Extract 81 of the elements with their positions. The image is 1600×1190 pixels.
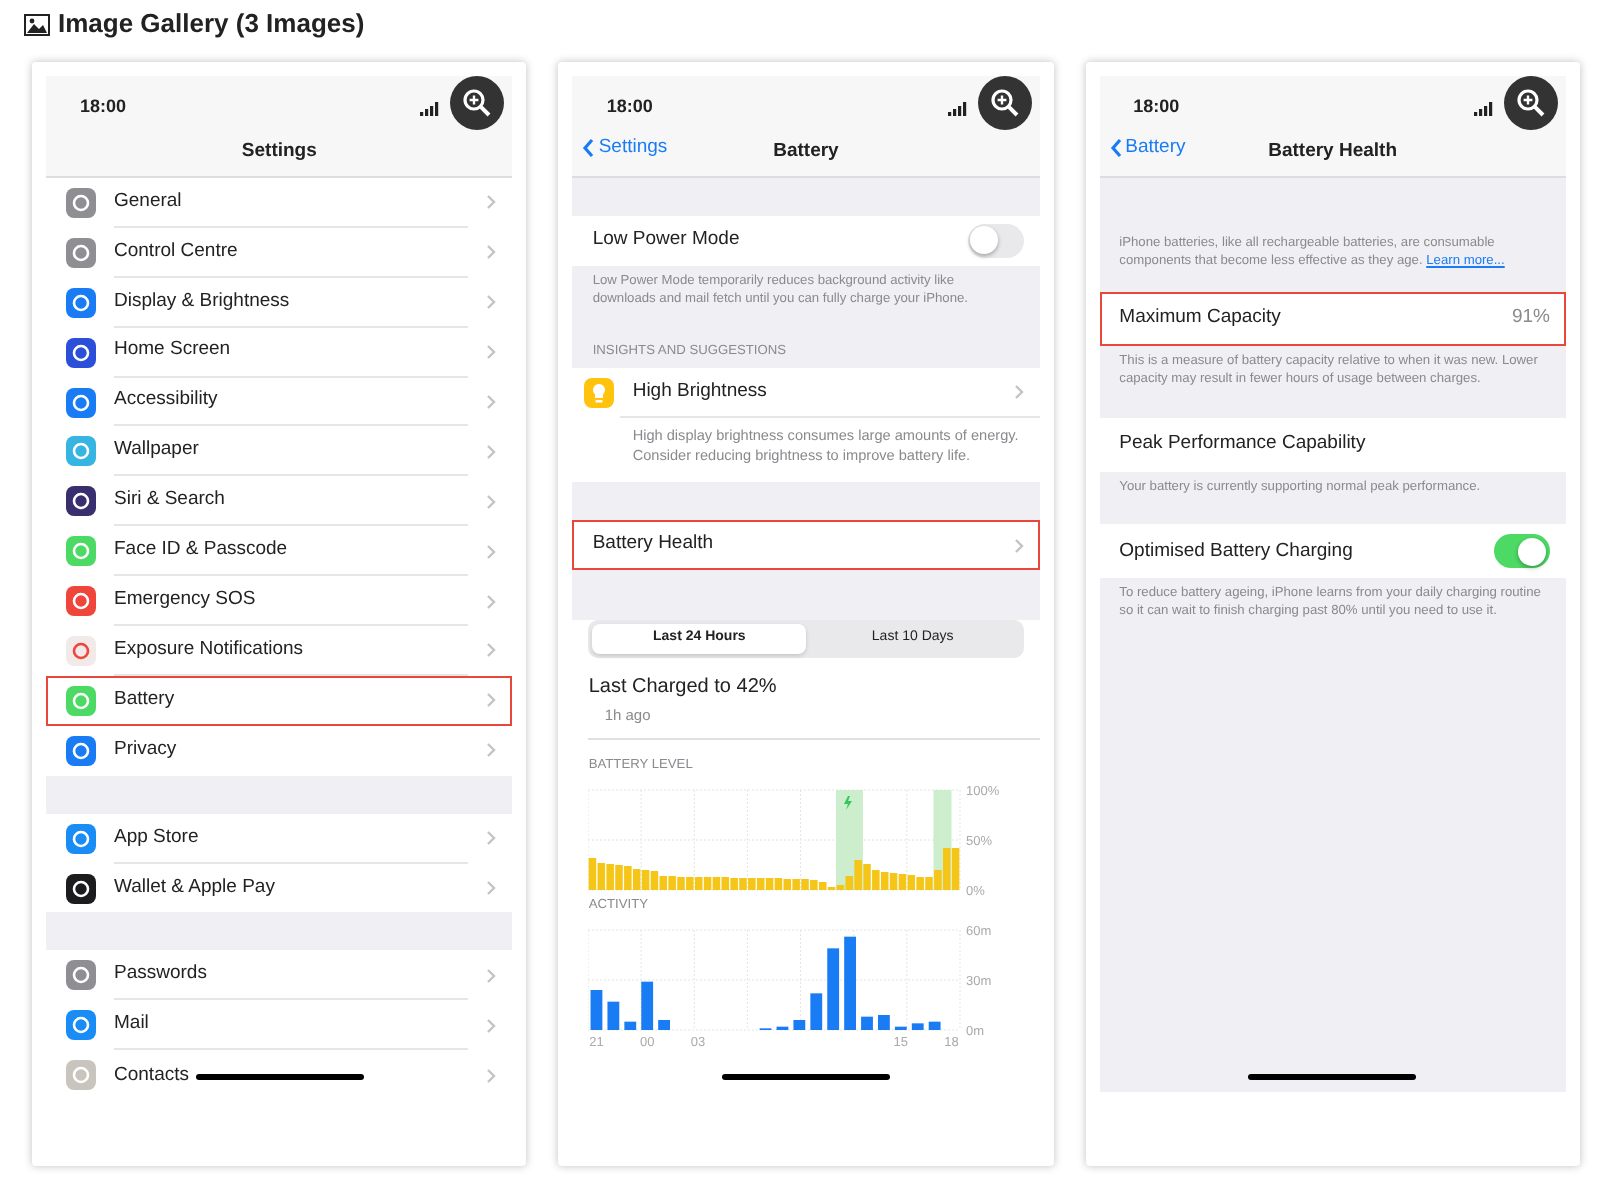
chart-bar: [827, 947, 840, 1030]
chevron-icon: [486, 692, 497, 709]
chevron-icon: [486, 394, 497, 410]
app-icon: [66, 735, 96, 766]
chevron-icon: [486, 294, 497, 311]
status-time: 18:00: [606, 94, 653, 121]
chevron-icon: [486, 1017, 497, 1034]
chart-bar: [658, 1019, 671, 1030]
chevron-icon: [1013, 537, 1024, 554]
zoom-in-icon: [462, 88, 493, 118]
zoom-in-icon: [1515, 88, 1546, 118]
chevron-icon: [486, 1067, 497, 1084]
chevron-icon: [486, 830, 497, 847]
chart-bar: [591, 989, 604, 1030]
app-icon: [66, 1010, 96, 1041]
chevron-icon: [486, 344, 497, 361]
app-icon: [66, 387, 96, 417]
battery-health-row[interactable]: Battery Health: [572, 520, 1040, 571]
chart-bar: [861, 1015, 874, 1030]
app-icon: [66, 685, 96, 716]
settings-row[interactable]: Battery: [46, 675, 513, 726]
row-label: Peak Performance Capability: [1119, 429, 1366, 458]
zoom-in-icon: [989, 88, 1020, 118]
row-label: Low Power Mode: [592, 226, 740, 255]
app-icon: [66, 960, 96, 991]
gallery-icon: [24, 13, 50, 35]
bolt-icon: [844, 795, 853, 810]
signal-icon: [947, 101, 968, 115]
lightbulb-icon: [584, 377, 615, 407]
back-chevron-icon: [1109, 138, 1122, 159]
chevron-icon: [486, 880, 497, 897]
chart-bar: [777, 1025, 790, 1030]
chevron-icon: [486, 244, 497, 261]
chevron-icon: [486, 593, 497, 610]
app-icon: [66, 586, 96, 617]
chevron-icon: [1013, 384, 1024, 400]
app-icon: [66, 536, 96, 567]
row-label: Maximum Capacity: [1119, 304, 1281, 333]
app-icon: [66, 337, 96, 368]
chart-bar: [912, 1022, 925, 1030]
row-value: 91%: [1511, 304, 1550, 333]
chevron-icon: [486, 443, 497, 460]
chart-bar: [608, 1000, 620, 1030]
app-icon: [66, 237, 96, 268]
app-icon: [66, 436, 96, 467]
app-icon: [66, 187, 96, 218]
chart-bar: [641, 980, 654, 1030]
app-icon: [66, 635, 96, 666]
back-button[interactable]: Settings: [582, 134, 668, 163]
row-label: Optimised Battery Charging: [1119, 537, 1353, 566]
chart-bar: [844, 935, 857, 1030]
chart-bar: [878, 1014, 891, 1030]
status-time: 18:00: [1133, 94, 1180, 121]
chart-bar: [811, 992, 823, 1030]
app-icon: [66, 873, 96, 904]
status-time: 18:00: [80, 94, 127, 121]
nav-title: Battery: [773, 138, 839, 167]
chevron-icon: [486, 642, 497, 659]
toggle-switch[interactable]: [1493, 534, 1550, 569]
chart-bar: [794, 1019, 806, 1030]
app-icon: [66, 486, 96, 517]
chart-bar: [895, 1025, 908, 1030]
gallery-heading: Image Gallery (3 Images): [58, 6, 365, 43]
signal-icon: [420, 101, 441, 115]
chart-bar: [625, 1020, 637, 1030]
chevron-icon: [486, 543, 497, 560]
chart-bar: [929, 1020, 942, 1030]
nav-title: Settings: [241, 138, 317, 167]
app-icon: [66, 823, 96, 854]
chevron-icon: [486, 194, 497, 211]
app-icon: [66, 1060, 96, 1091]
chevron-icon: [486, 493, 497, 510]
app-icon: [66, 287, 96, 318]
signal-icon: [1473, 101, 1494, 115]
back-chevron-icon: [582, 138, 595, 159]
nav-title: Battery Health: [1268, 138, 1398, 167]
last-charged-text: Last Charged to 42%: [586, 673, 779, 702]
back-button[interactable]: Battery: [1109, 134, 1186, 163]
chevron-icon: [486, 967, 497, 984]
toggle-switch[interactable]: [967, 223, 1024, 258]
chevron-icon: [486, 742, 497, 759]
